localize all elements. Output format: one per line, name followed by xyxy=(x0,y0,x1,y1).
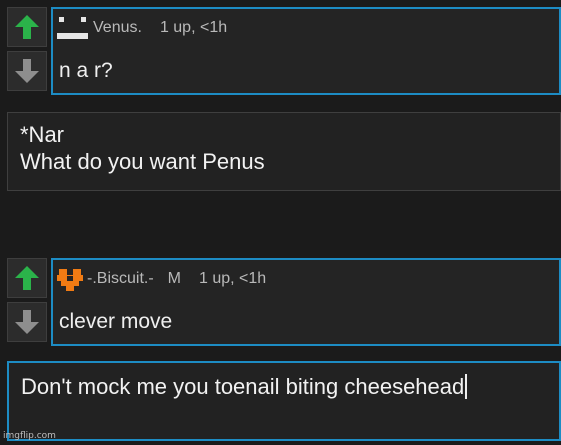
comment-text: clever move xyxy=(59,310,173,333)
down-arrow-icon xyxy=(15,310,39,334)
reply-text-box[interactable]: *Nar What do you want Penus xyxy=(7,112,561,191)
comment-time: 1 up, <1h xyxy=(199,270,267,287)
username[interactable]: -.Biscuit.- xyxy=(87,270,154,288)
comment-text: n a r? xyxy=(59,59,113,82)
up-arrow-icon xyxy=(15,266,39,290)
upvote-button[interactable] xyxy=(7,7,47,47)
comment-meta: Venus. 1 up, <1h xyxy=(57,15,227,41)
mod-badge: M xyxy=(167,270,181,287)
text-cursor xyxy=(465,374,468,399)
vote-column xyxy=(7,258,47,346)
comment-body: Venus. 1 up, <1h n a r? xyxy=(51,7,561,95)
vote-column xyxy=(7,7,47,95)
downvote-button[interactable] xyxy=(7,302,47,342)
watermark: imgflip.com xyxy=(3,431,56,441)
down-arrow-icon xyxy=(15,59,39,83)
block-face-icon[interactable] xyxy=(57,15,89,41)
comment-meta: -.Biscuit.- M 1 up, <1h xyxy=(57,266,266,292)
reply-input-text: Don't mock me you toenail biting cheeseh… xyxy=(21,374,465,399)
comment-venus: Venus. 1 up, <1h n a r? xyxy=(7,7,561,95)
comment-time: 1 up, <1h xyxy=(159,19,228,36)
reply-line: What do you want Penus xyxy=(20,149,265,174)
reply-line: *Nar xyxy=(20,122,65,147)
upvote-button[interactable] xyxy=(7,258,47,298)
reply-input[interactable]: Don't mock me you toenail biting cheeseh… xyxy=(7,361,561,441)
comment-body: -.Biscuit.- M 1 up, <1h clever move xyxy=(51,258,561,346)
orange-pixel-heart-icon[interactable] xyxy=(57,266,83,292)
downvote-button[interactable] xyxy=(7,51,47,91)
comment-biscuit: -.Biscuit.- M 1 up, <1h clever move xyxy=(7,258,561,346)
up-arrow-icon xyxy=(15,15,39,39)
username[interactable]: Venus. xyxy=(93,19,142,37)
